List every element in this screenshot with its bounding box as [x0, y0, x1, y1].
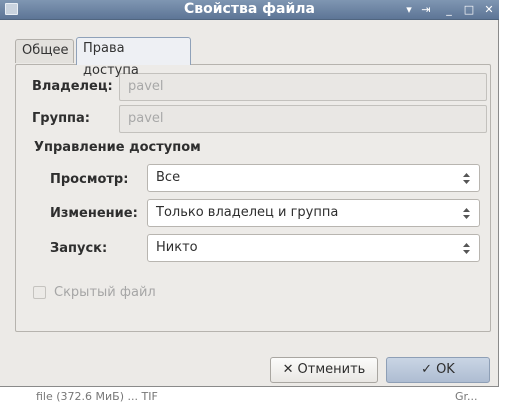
edit-label: Изменение:	[50, 206, 138, 221]
updown-arrows-icon	[463, 208, 470, 219]
ok-button[interactable]: ✓ OK	[386, 357, 490, 383]
checkmark-icon: ✓	[421, 362, 433, 377]
group-field: pavel	[119, 105, 487, 133]
titlebar[interactable]: Свойства файла ▾ ⇥ _ □ ✕	[0, 0, 499, 20]
view-permission-value: Все	[156, 170, 181, 185]
ok-button-label: OK	[436, 362, 455, 377]
run-label: Запуск:	[50, 241, 108, 256]
cancel-button[interactable]: ✕ Отменить	[270, 357, 378, 383]
edit-permission-value: Только владелец и группа	[156, 205, 339, 220]
group-label: Группа:	[32, 111, 90, 126]
run-permission-value: Никто	[156, 240, 198, 255]
close-icon: ✕	[282, 362, 294, 377]
hidden-file-label: Скрытый файл	[54, 285, 156, 300]
background-text-right: Gr...	[455, 390, 478, 403]
close-window-icon[interactable]: ✕	[482, 3, 496, 17]
view-permission-select[interactable]: Все	[147, 164, 480, 192]
cancel-button-label: Отменить	[297, 362, 366, 377]
updown-arrows-icon	[463, 173, 470, 184]
owner-field: pavel	[119, 73, 487, 101]
access-control-heading: Управление доступом	[34, 140, 201, 155]
file-properties-dialog: Свойства файла ▾ ⇥ _ □ ✕ Общее Права дос…	[0, 0, 499, 387]
updown-arrows-icon	[463, 243, 470, 254]
run-permission-select[interactable]: Никто	[147, 234, 480, 262]
background-text-left: file (372.6 МиБ) ... TIF	[36, 390, 158, 403]
menu-icon[interactable]: ▾	[402, 3, 416, 17]
maximize-icon[interactable]: □	[462, 3, 476, 17]
minimize-icon[interactable]: _	[442, 3, 456, 17]
tab-general[interactable]: Общее	[15, 39, 74, 63]
tab-permissions[interactable]: Права доступа	[76, 37, 191, 78]
shade-icon[interactable]: ⇥	[419, 3, 433, 17]
edit-permission-select[interactable]: Только владелец и группа	[147, 199, 480, 227]
hidden-file-checkbox[interactable]	[33, 286, 46, 299]
view-label: Просмотр:	[50, 172, 129, 187]
